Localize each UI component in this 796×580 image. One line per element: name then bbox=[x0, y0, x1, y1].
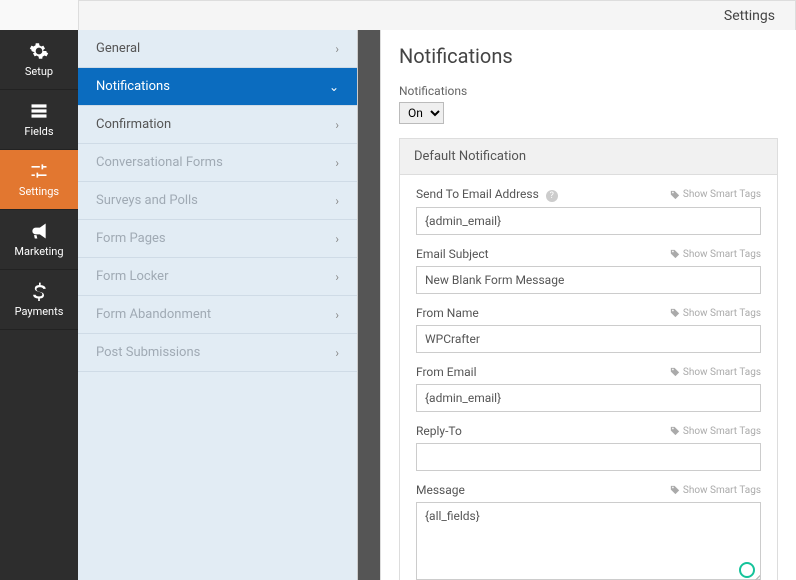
field-reply-to: Reply-To Show Smart Tags bbox=[416, 424, 761, 471]
nav-marketing[interactable]: Marketing bbox=[0, 210, 78, 270]
show-smart-tags[interactable]: Show Smart Tags bbox=[670, 189, 761, 200]
tag-icon bbox=[670, 426, 680, 436]
message-textarea[interactable] bbox=[416, 502, 761, 580]
chevron-right-icon: › bbox=[335, 232, 339, 246]
nav-payments[interactable]: Payments bbox=[0, 270, 78, 330]
show-smart-tags[interactable]: Show Smart Tags bbox=[670, 485, 761, 496]
chevron-right-icon: › bbox=[335, 308, 339, 322]
send-to-label: Send To Email Address ? bbox=[416, 187, 558, 202]
content-panel: Notifications Notifications On Default N… bbox=[380, 30, 796, 580]
list-icon bbox=[29, 101, 49, 121]
sub-form-abandonment[interactable]: Form Abandonment› bbox=[78, 296, 357, 334]
chevron-down-icon: ⌄ bbox=[329, 80, 339, 94]
sliders-icon bbox=[29, 161, 49, 181]
show-smart-tags[interactable]: Show Smart Tags bbox=[670, 426, 761, 437]
show-smart-tags[interactable]: Show Smart Tags bbox=[670, 249, 761, 260]
field-subject: Email Subject Show Smart Tags bbox=[416, 247, 761, 294]
subject-input[interactable] bbox=[416, 266, 761, 294]
chevron-right-icon: › bbox=[335, 118, 339, 132]
left-nav: Setup Fields Settings Marketing Payments bbox=[0, 30, 78, 580]
nav-settings[interactable]: Settings bbox=[0, 150, 78, 210]
settings-submenu: General› Notifications⌄ Confirmation› Co… bbox=[78, 30, 358, 580]
notifications-toggle-row: Notifications On bbox=[399, 84, 778, 124]
sub-confirmation[interactable]: Confirmation› bbox=[78, 106, 357, 144]
gear-icon bbox=[29, 41, 49, 61]
notifications-toggle-select[interactable]: On bbox=[399, 102, 444, 124]
sub-notifications[interactable]: Notifications⌄ bbox=[78, 68, 357, 106]
sub-form-pages[interactable]: Form Pages› bbox=[78, 220, 357, 258]
tag-icon bbox=[670, 485, 680, 495]
from-name-input[interactable] bbox=[416, 325, 761, 353]
nav-label: Setup bbox=[25, 65, 53, 78]
field-from-name: From Name Show Smart Tags bbox=[416, 306, 761, 353]
reply-to-label: Reply-To bbox=[416, 424, 462, 438]
tag-icon bbox=[670, 190, 680, 200]
from-email-input[interactable] bbox=[416, 384, 761, 412]
tag-icon bbox=[670, 249, 680, 259]
dollar-icon bbox=[29, 281, 49, 301]
reply-to-input[interactable] bbox=[416, 443, 761, 471]
chevron-right-icon: › bbox=[335, 156, 339, 170]
chevron-right-icon: › bbox=[335, 194, 339, 208]
divider-gap bbox=[358, 30, 380, 580]
tag-icon bbox=[670, 308, 680, 318]
nav-label: Marketing bbox=[14, 245, 63, 258]
subject-label: Email Subject bbox=[416, 247, 489, 261]
field-send-to: Send To Email Address ? Show Smart Tags bbox=[416, 187, 761, 235]
chevron-right-icon: › bbox=[335, 270, 339, 284]
nav-label: Fields bbox=[24, 125, 53, 138]
nav-fields[interactable]: Fields bbox=[0, 90, 78, 150]
nav-setup[interactable]: Setup bbox=[0, 30, 78, 90]
bullhorn-icon bbox=[29, 221, 49, 241]
nav-label: Payments bbox=[15, 305, 64, 318]
sub-general[interactable]: General› bbox=[78, 30, 357, 68]
show-smart-tags[interactable]: Show Smart Tags bbox=[670, 367, 761, 378]
page-heading: Notifications bbox=[399, 44, 778, 68]
tag-icon bbox=[670, 367, 680, 377]
sub-surveys-polls[interactable]: Surveys and Polls› bbox=[78, 182, 357, 220]
message-label: Message bbox=[416, 483, 465, 497]
default-notification-panel: Default Notification Send To Email Addre… bbox=[399, 138, 778, 580]
field-from-email: From Email Show Smart Tags bbox=[416, 365, 761, 412]
chevron-right-icon: › bbox=[335, 42, 339, 56]
send-to-input[interactable] bbox=[416, 207, 761, 235]
field-message: Message Show Smart Tags bbox=[416, 483, 761, 580]
sub-form-locker[interactable]: Form Locker› bbox=[78, 258, 357, 296]
top-bar-title: Settings bbox=[724, 8, 775, 24]
from-name-label: From Name bbox=[416, 306, 479, 320]
notifications-toggle-label: Notifications bbox=[399, 84, 778, 98]
help-icon[interactable]: ? bbox=[546, 190, 558, 202]
resize-handle-icon[interactable] bbox=[752, 575, 760, 580]
show-smart-tags[interactable]: Show Smart Tags bbox=[670, 308, 761, 319]
nav-label: Settings bbox=[19, 185, 59, 198]
chevron-right-icon: › bbox=[335, 346, 339, 360]
panel-title: Default Notification bbox=[400, 139, 777, 175]
sub-post-submissions[interactable]: Post Submissions› bbox=[78, 334, 357, 372]
from-email-label: From Email bbox=[416, 365, 476, 379]
top-bar: Settings bbox=[78, 0, 796, 30]
sub-conversational-forms[interactable]: Conversational Forms› bbox=[78, 144, 357, 182]
